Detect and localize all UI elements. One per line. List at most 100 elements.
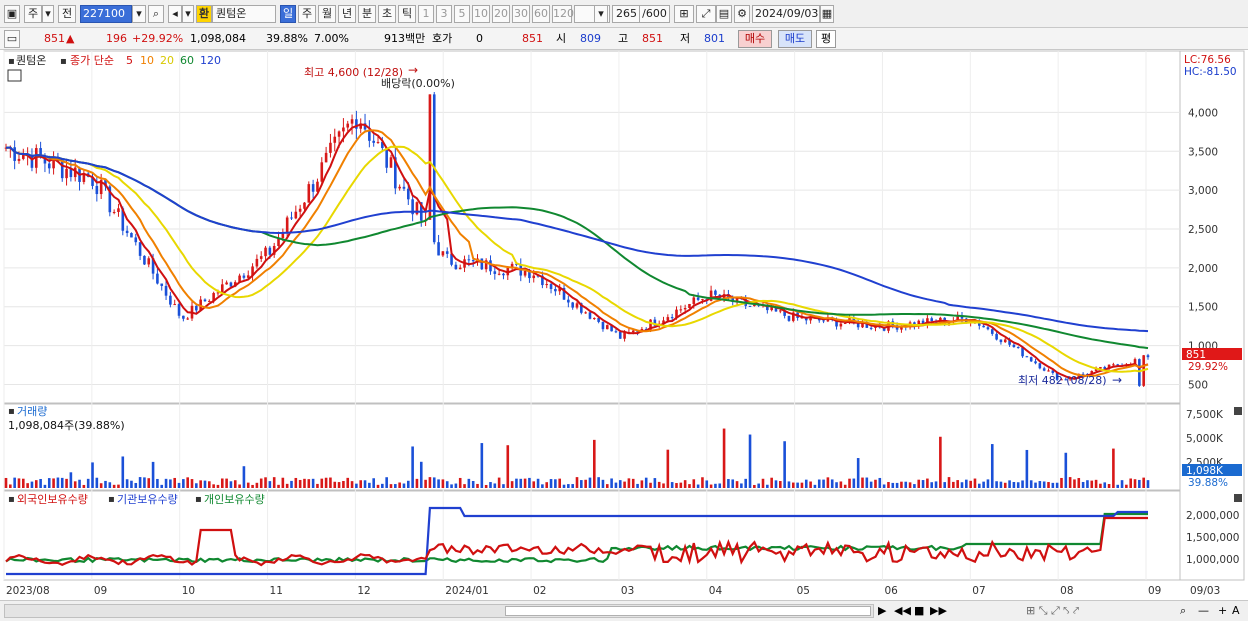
volume-bar bbox=[86, 478, 90, 488]
quote-label: 호가 bbox=[432, 32, 453, 45]
period-minute[interactable]: 분 bbox=[358, 5, 376, 23]
zoom-tools-icon[interactable]: ⊞ ⤡ ⤢ ⤣ ⤤ bbox=[1026, 604, 1079, 618]
market-dropdown-icon[interactable]: ▾ bbox=[42, 5, 54, 23]
volume-bar bbox=[177, 482, 181, 488]
ma-label-10: 10 bbox=[140, 54, 154, 67]
x-label-11: 07 bbox=[972, 585, 985, 597]
interval-120[interactable]: 120 bbox=[552, 5, 574, 23]
stock-name-field[interactable]: 퀀텀온 bbox=[212, 5, 276, 23]
holding-panel-close-icon[interactable] bbox=[1234, 494, 1242, 502]
volume-bar bbox=[865, 477, 869, 488]
volume-bar bbox=[398, 482, 401, 488]
window-menu-icon[interactable]: ▣ bbox=[4, 5, 20, 23]
price-panel-title: 퀀텀온 bbox=[16, 54, 46, 67]
period-second[interactable]: 초 bbox=[378, 5, 396, 23]
interval-20[interactable]: 20 bbox=[492, 5, 510, 23]
candle-body bbox=[982, 325, 985, 328]
volume-bar bbox=[13, 477, 16, 488]
volume-bar bbox=[47, 478, 51, 488]
volume-bar bbox=[614, 482, 618, 488]
volume-bar bbox=[861, 477, 864, 488]
scrollbar-thumb[interactable] bbox=[505, 606, 871, 616]
volume-bar bbox=[977, 483, 981, 488]
volume-bar bbox=[186, 477, 189, 488]
info-menu-icon[interactable]: ▭ bbox=[4, 30, 20, 48]
volume-bar bbox=[519, 478, 523, 488]
volume-bar bbox=[610, 478, 613, 488]
period-year[interactable]: 년 bbox=[338, 5, 356, 23]
candle-body bbox=[692, 297, 696, 304]
volume-bar bbox=[523, 478, 527, 488]
volume-bar bbox=[121, 456, 125, 488]
settings-icon[interactable]: ⚙ bbox=[734, 5, 750, 23]
volume-bar bbox=[320, 478, 324, 488]
candle-body bbox=[372, 140, 375, 143]
sell-button[interactable]: 매도 bbox=[778, 30, 812, 48]
period-month[interactable]: 월 bbox=[318, 5, 336, 23]
prev-button[interactable]: 전 bbox=[58, 5, 76, 23]
chart-type-icon[interactable]: ⊞ bbox=[674, 5, 694, 23]
candle-body bbox=[268, 247, 272, 255]
candle-body bbox=[666, 317, 670, 321]
stop-icon[interactable]: ■ bbox=[914, 604, 924, 617]
volume-panel-subtitle: 1,098,084주(39.88%) bbox=[8, 419, 125, 432]
candle-body bbox=[623, 332, 626, 339]
date-input[interactable]: 2024/09/03 bbox=[752, 5, 820, 23]
chart-canvas[interactable]: ▪ 퀀텀온 ▪ 종가 단순 5 10 20 60 120 최고 4,600 (1… bbox=[0, 50, 1248, 621]
price-tick-0: 4,000 bbox=[1188, 107, 1218, 119]
count-input[interactable]: 265 bbox=[612, 5, 640, 23]
x-axis: 2023/08 09 10 11 12 2024/01 02 03 04 05 06 07 08 09 bbox=[6, 585, 1161, 597]
period-day[interactable]: 일 bbox=[280, 5, 296, 23]
period-tick[interactable]: 틱 bbox=[398, 5, 416, 23]
rewind-icon[interactable]: ◀◀ bbox=[894, 604, 911, 617]
holding-legend-foreign: 외국인보유수량 bbox=[17, 493, 88, 506]
eval-button[interactable]: 평 bbox=[816, 30, 836, 48]
interval-dropdown-icon[interactable]: ▾ bbox=[594, 5, 608, 23]
candle-body bbox=[458, 267, 462, 270]
forward-icon[interactable]: ▶▶ bbox=[930, 604, 947, 617]
buy-button[interactable]: 매수 bbox=[738, 30, 772, 48]
zoom-out-icon[interactable]: — bbox=[1198, 604, 1209, 617]
volume-bar bbox=[69, 472, 73, 488]
code-dropdown-icon[interactable]: ▾ bbox=[132, 5, 146, 23]
zoom-in-icon[interactable]: + bbox=[1218, 604, 1227, 617]
volume-bar bbox=[930, 482, 934, 488]
volume-bar bbox=[169, 479, 172, 488]
volume-bar bbox=[766, 484, 769, 488]
chart-area[interactable]: ▪ 퀀텀온 ▪ 종가 단순 5 10 20 60 120 최고 4,600 (1… bbox=[0, 50, 1248, 621]
volume-bar bbox=[272, 477, 276, 488]
save-icon[interactable]: ▤ bbox=[716, 5, 732, 23]
interval-60[interactable]: 60 bbox=[532, 5, 550, 23]
interval-10[interactable]: 10 bbox=[472, 5, 490, 23]
auto-scale-icon[interactable]: A bbox=[1232, 604, 1240, 617]
volume-bar bbox=[528, 477, 531, 488]
interval-3[interactable]: 3 bbox=[436, 5, 452, 23]
volume-panel-close-icon[interactable] bbox=[1234, 407, 1242, 415]
interval-5[interactable]: 5 bbox=[454, 5, 470, 23]
volume-bar bbox=[1073, 479, 1076, 488]
horizontal-scrollbar[interactable] bbox=[4, 604, 874, 618]
volume-bar bbox=[368, 482, 371, 488]
draw-tool-icon[interactable]: ⤢ bbox=[696, 5, 716, 23]
interval-30[interactable]: 30 bbox=[512, 5, 530, 23]
panel-grid-icon[interactable] bbox=[7, 69, 22, 82]
interval-1[interactable]: 1 bbox=[418, 5, 434, 23]
candle-body bbox=[138, 242, 142, 256]
speaker-dropdown-icon[interactable]: ▾ bbox=[182, 5, 194, 23]
volume-bar bbox=[1042, 481, 1046, 488]
volume-bar bbox=[822, 479, 825, 488]
volume-bar bbox=[484, 484, 488, 488]
stock-code-input[interactable]: 227100 bbox=[80, 5, 132, 23]
search-icon[interactable]: ⌕ bbox=[148, 5, 164, 23]
price-tag: 851 bbox=[1186, 349, 1206, 361]
speaker-icon[interactable]: ◂ bbox=[168, 5, 182, 23]
volume-bar bbox=[216, 484, 220, 488]
zoom-search-icon[interactable]: ⌕ bbox=[1180, 604, 1186, 618]
market-button[interactable]: 주 bbox=[24, 5, 42, 23]
volume-bar bbox=[342, 480, 345, 488]
play-icon[interactable]: ▶ bbox=[878, 604, 886, 617]
volume-bar bbox=[60, 477, 64, 488]
calendar-icon[interactable]: ▦ bbox=[820, 5, 834, 23]
volume-bar bbox=[220, 478, 224, 488]
period-week[interactable]: 주 bbox=[298, 5, 316, 23]
